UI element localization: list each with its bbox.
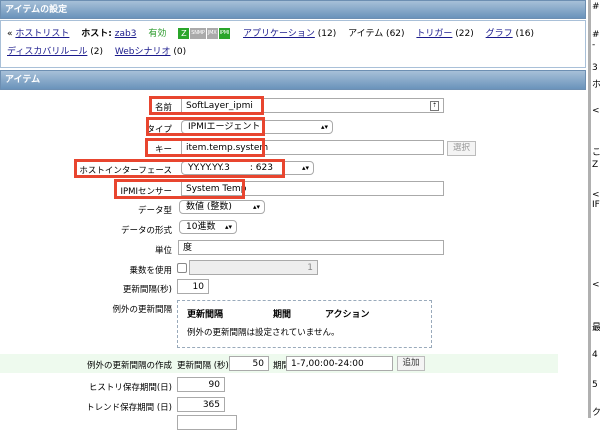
web-link[interactable]: Webシナリオ (115, 47, 171, 57)
panel-fragment: - (592, 40, 596, 50)
new-flex-period-input[interactable]: 1-7,00:00-24:00 (286, 356, 393, 371)
panel-fragment: ホ (592, 77, 600, 90)
trends-label: トレンド保存期間 (日) (86, 403, 172, 413)
data-format-select[interactable]: 10進数 ▴▾ (179, 220, 237, 234)
multiplier-label: 乗数を使用 (129, 266, 172, 276)
new-flex-interval-input[interactable]: 50 (229, 356, 269, 371)
new-flex-interval-label: 更新間隔 (秒) (177, 361, 229, 371)
unit-input[interactable]: 度 (178, 240, 444, 255)
trends-input[interactable]: 365 (177, 397, 225, 412)
availability-icons: Z SNMP JMX IPMI (178, 28, 234, 39)
count: (2) (90, 47, 103, 57)
select-button[interactable]: 選択 (447, 141, 476, 156)
panel-fragment: < (592, 106, 600, 116)
window-title: アイテムの設定 (0, 0, 586, 19)
new-flex-label: 例外の更新間隔の作成 (86, 361, 172, 371)
panel-fragment: IF (592, 200, 600, 210)
data-format-label: データの形式 (120, 226, 172, 236)
interval-label: 更新間隔(秒) (122, 285, 172, 295)
highlight-box (114, 179, 245, 199)
highlight-box (146, 117, 265, 136)
status-icon-ipmi: IPMI (218, 28, 231, 39)
count: (22) (455, 29, 474, 39)
back-icon: « (7, 29, 13, 39)
flex-intervals-table: 更新間隔 期間 アクション 例外の更新間隔は設定されていません。 (177, 300, 432, 348)
triggers-link[interactable]: トリガー (416, 29, 452, 39)
count: (12) (317, 29, 337, 39)
macro-icon[interactable]: ⇡ (430, 101, 439, 111)
panel-fragment: # (592, 2, 600, 12)
item-config-page: アイテムの設定 « ホストリスト ホスト: zab3 有効 Z SNMP JMX IP… (0, 0, 588, 430)
data-type-value: 数値 (整数) (186, 202, 232, 212)
panel-fragment: こ (592, 145, 600, 158)
panel-fragment: 4 (592, 350, 598, 360)
panel-fragment: 最 (592, 320, 600, 333)
column-header: 期間 (273, 310, 292, 320)
host-link[interactable]: zab3 (115, 29, 137, 39)
highlight-box (149, 96, 264, 115)
panel-fragment: ク (592, 405, 600, 418)
column-header: 更新間隔 (187, 310, 224, 320)
panel-fragment: # (592, 30, 600, 40)
unit-label: 単位 (154, 246, 172, 256)
data-type-label: データ型 (137, 206, 172, 216)
section-title: アイテム (0, 70, 586, 90)
host-list-link[interactable]: ホストリスト (15, 29, 69, 39)
multiplier-checkbox[interactable] (177, 263, 187, 273)
panel-fragment: < (592, 280, 600, 290)
select-arrow-icon: ▴▾ (224, 223, 232, 231)
graphs-link[interactable]: グラフ (486, 29, 513, 39)
items-current: アイテム (62) (348, 29, 405, 39)
status-icon-snmp: SNMP (190, 28, 206, 39)
data-type-select[interactable]: 数値 (整数) ▴▾ (179, 200, 265, 214)
select-arrow-icon: ▴▾ (301, 164, 309, 172)
status-text: 有効 (148, 29, 167, 39)
history-input[interactable]: 90 (177, 377, 225, 392)
applications-link[interactable]: アプリケーション (243, 29, 315, 39)
flex-label: 例外の更新間隔 (112, 305, 172, 315)
count: (16) (515, 29, 535, 39)
panel-fragment: 5 (592, 380, 598, 390)
adjacent-panel: # # - 3 ホ < こ Z < IF < 最 4 5 ク (588, 0, 600, 418)
host-nav: « ホストリスト ホスト: zab3 有効 Z SNMP JMX IPMI アプリケー… (0, 20, 586, 68)
select-arrow-icon: ▴▾ (252, 203, 260, 211)
status-icon-jmx: JMX (206, 28, 218, 39)
multiplier-input[interactable]: 1 (189, 260, 318, 275)
data-format-value: 10進数 (186, 222, 216, 232)
add-button[interactable]: 追加 (397, 356, 425, 371)
panel-fragment: Z (592, 160, 599, 170)
column-header: アクション (325, 310, 370, 320)
highlight-box (74, 159, 285, 178)
count: (0) (173, 47, 187, 57)
select-arrow-icon: ▴▾ (320, 123, 328, 131)
next-field[interactable] (177, 415, 237, 430)
history-label: ヒストリ保存期間(日) (88, 383, 172, 393)
empty-message: 例外の更新間隔は設定されていません。 (187, 328, 340, 338)
status-icon-z: Z (178, 28, 190, 39)
discovery-link[interactable]: ディスカバリルール (7, 47, 87, 57)
highlight-box (145, 138, 265, 157)
host-label: ホスト: (81, 29, 112, 39)
interval-input[interactable]: 10 (177, 279, 209, 294)
panel-fragment: < (592, 190, 600, 200)
panel-fragment: 3 (592, 63, 598, 73)
